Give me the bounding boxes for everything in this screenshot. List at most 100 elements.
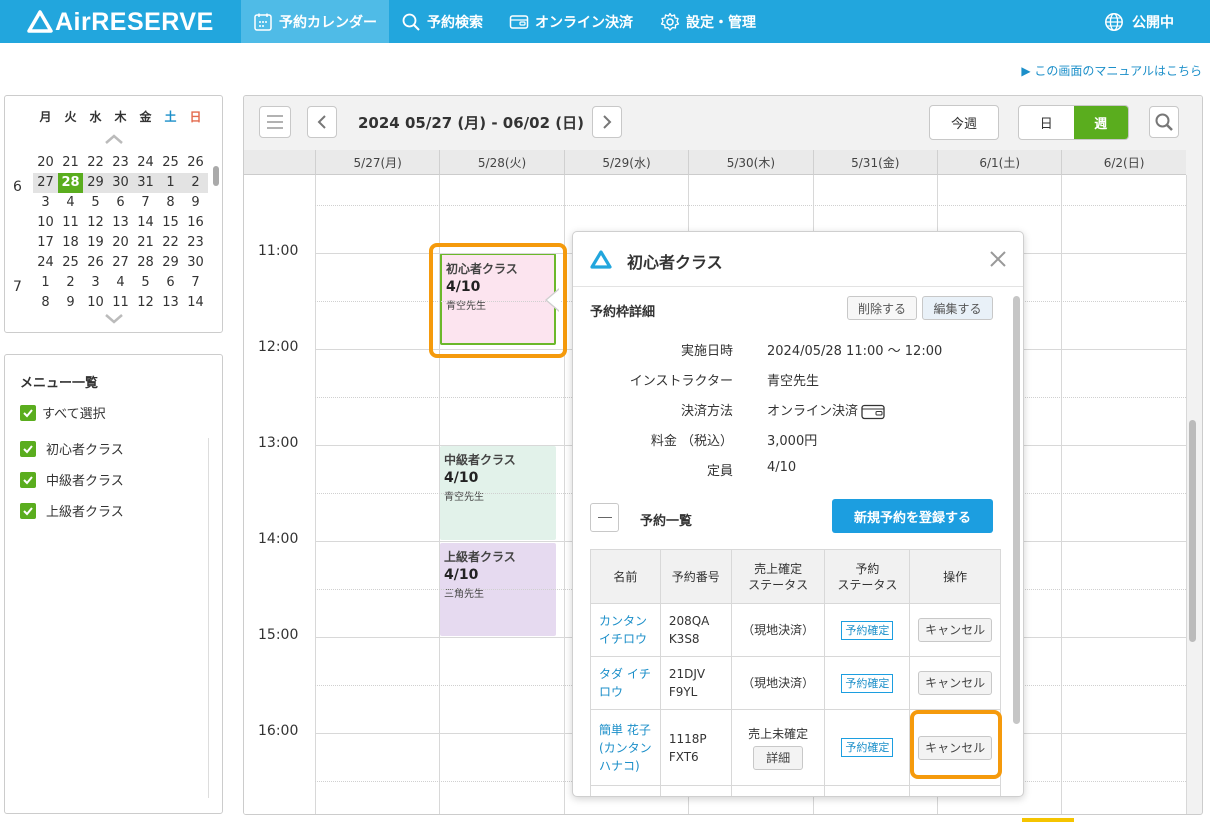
edit-button[interactable]: 編集する — [922, 296, 993, 320]
mini-calendar-day[interactable]: 8 — [33, 293, 58, 313]
mini-calendar-day[interactable]: 28 — [133, 253, 158, 273]
mini-calendar-scrollbar[interactable] — [213, 166, 219, 186]
publish-status[interactable]: 公開中 — [1104, 0, 1174, 43]
mini-calendar-day[interactable]: 29 — [83, 173, 108, 193]
mini-calendar-day[interactable]: 2 — [58, 273, 83, 293]
this-week-button[interactable]: 今週 — [929, 105, 999, 140]
sales-status-cell: 売上未確定 詳細 — [730, 709, 826, 786]
weekday: 火 — [64, 110, 77, 124]
mini-calendar-day[interactable]: 25 — [158, 153, 183, 173]
mini-calendar-day[interactable]: 9 — [58, 293, 83, 313]
mini-calendar-day[interactable]: 27 — [33, 173, 58, 193]
manual-link[interactable]: ▶ この画面のマニュアルはこちら — [1021, 62, 1202, 79]
mini-calendar-day[interactable]: 27 — [108, 253, 133, 273]
mini-calendar-day[interactable]: 3 — [33, 193, 58, 213]
mini-calendar-day[interactable]: 12 — [133, 293, 158, 313]
mini-calendar-day[interactable]: 25 — [58, 253, 83, 273]
view-week-button[interactable]: 週 — [1073, 106, 1128, 139]
logo[interactable]: AirRESERVE — [27, 8, 214, 36]
mini-calendar-day[interactable]: 10 — [33, 213, 58, 233]
mini-calendar-day[interactable]: 2 — [183, 173, 208, 193]
mini-calendar-day[interactable]: 11 — [58, 213, 83, 233]
mini-calendar-day[interactable]: 13 — [108, 213, 133, 233]
customer-name-link[interactable]: カンタン イチロウ — [590, 603, 661, 657]
day-header[interactable]: 5/28(火) — [439, 150, 564, 175]
mini-calendar-day[interactable]: 20 — [108, 233, 133, 253]
menu-item-intermediate[interactable]: 中級者クラス — [20, 470, 124, 489]
mini-calendar-day[interactable]: 30 — [108, 173, 133, 193]
customer-name-link[interactable]: 簡単 花子 (カンタン ハナコ) — [590, 709, 661, 786]
mini-calendar-day[interactable]: 15 — [158, 213, 183, 233]
mini-calendar-day[interactable]: 9 — [183, 193, 208, 213]
mini-calendar-day[interactable]: 28 — [58, 173, 83, 193]
mini-calendar-day[interactable]: 22 — [83, 153, 108, 173]
day-header[interactable]: 6/2(日) — [1061, 150, 1186, 175]
mini-calendar-day[interactable]: 17 — [33, 233, 58, 253]
mini-calendar-day[interactable]: 14 — [183, 293, 208, 313]
nav-settings[interactable]: 設定・管理 — [648, 0, 768, 43]
menu-item-advanced[interactable]: 上級者クラス — [20, 501, 124, 520]
day-header[interactable]: 5/31(金) — [812, 150, 937, 175]
mini-calendar-day[interactable]: 19 — [83, 233, 108, 253]
mini-calendar-day[interactable]: 7 — [133, 193, 158, 213]
cancel-button[interactable]: キャンセル — [918, 618, 993, 642]
nav-search[interactable]: 予約検索 — [389, 0, 495, 43]
mini-calendar-day[interactable]: 6 — [158, 273, 183, 293]
mini-calendar-day[interactable]: 31 — [133, 173, 158, 193]
mini-calendar-day[interactable]: 1 — [33, 273, 58, 293]
day-header[interactable]: 5/27(月) — [315, 150, 440, 175]
mini-calendar-day[interactable]: 8 — [158, 193, 183, 213]
mini-calendar-day[interactable]: 22 — [158, 233, 183, 253]
detail-button[interactable]: 詳細 — [753, 746, 804, 770]
nav-calendar[interactable]: 予約カレンダー — [241, 0, 389, 43]
close-icon[interactable] — [987, 248, 1009, 270]
mini-calendar-day[interactable]: 6 — [108, 193, 133, 213]
calendar-scrollbar[interactable] — [1189, 420, 1196, 642]
mini-calendar-day[interactable]: 18 — [58, 233, 83, 253]
mini-calendar-day[interactable]: 20 — [33, 153, 58, 173]
mini-calendar-day[interactable]: 11 — [108, 293, 133, 313]
prev-week-button[interactable] — [307, 106, 337, 138]
mini-calendar-day[interactable]: 4 — [58, 193, 83, 213]
chevron-down-icon[interactable] — [104, 313, 124, 325]
customer-name-link[interactable]: タダ イチ ロウ — [590, 656, 661, 710]
next-week-button[interactable] — [592, 106, 622, 138]
mini-calendar-day[interactable]: 24 — [33, 253, 58, 273]
cancel-button[interactable]: キャンセル — [918, 671, 993, 695]
mini-calendar-day[interactable]: 26 — [83, 253, 108, 273]
menu-toggle-button[interactable] — [259, 106, 291, 138]
day-header[interactable]: 5/30(木) — [688, 150, 813, 175]
mini-calendar-day[interactable]: 3 — [83, 273, 108, 293]
mini-calendar-day[interactable]: 14 — [133, 213, 158, 233]
popover-scrollbar[interactable] — [1013, 296, 1020, 724]
day-header[interactable]: 6/1(土) — [937, 150, 1062, 175]
collapse-button[interactable] — [590, 503, 619, 532]
view-day-button[interactable]: 日 — [1019, 106, 1074, 139]
mini-calendar-day[interactable]: 12 — [83, 213, 108, 233]
select-all-checkbox[interactable]: すべて選択 — [20, 403, 106, 422]
mini-calendar-day[interactable]: 21 — [133, 233, 158, 253]
mini-calendar-day[interactable]: 7 — [183, 273, 208, 293]
menu-item-beginner[interactable]: 初心者クラス — [20, 439, 124, 458]
mini-calendar-day[interactable]: 23 — [108, 153, 133, 173]
mini-calendar-day[interactable]: 30 — [183, 253, 208, 273]
add-reservation-button[interactable]: 新規予約を登録する — [832, 499, 993, 533]
mini-calendar-day[interactable]: 24 — [133, 153, 158, 173]
mini-calendar-day[interactable]: 29 — [158, 253, 183, 273]
mini-calendar-day[interactable]: 1 — [158, 173, 183, 193]
sales-status: 売上未確定 — [748, 727, 809, 741]
mini-calendar-day[interactable]: 10 — [83, 293, 108, 313]
mini-calendar-day[interactable]: 5 — [83, 193, 108, 213]
mini-calendar-day[interactable]: 21 — [58, 153, 83, 173]
mini-calendar-day[interactable]: 4 — [108, 273, 133, 293]
nav-online-payment[interactable]: オンライン決済 — [497, 0, 645, 43]
mini-calendar-day[interactable]: 16 — [183, 213, 208, 233]
mini-calendar-day[interactable]: 26 — [183, 153, 208, 173]
delete-button[interactable]: 削除する — [847, 296, 917, 320]
calendar-search-button[interactable] — [1149, 106, 1179, 138]
mini-calendar-day[interactable]: 13 — [158, 293, 183, 313]
day-header[interactable]: 5/29(水) — [563, 150, 689, 175]
mini-calendar-day[interactable]: 5 — [133, 273, 158, 293]
mini-calendar-day[interactable]: 23 — [183, 233, 208, 253]
chevron-up-icon[interactable] — [104, 133, 124, 145]
